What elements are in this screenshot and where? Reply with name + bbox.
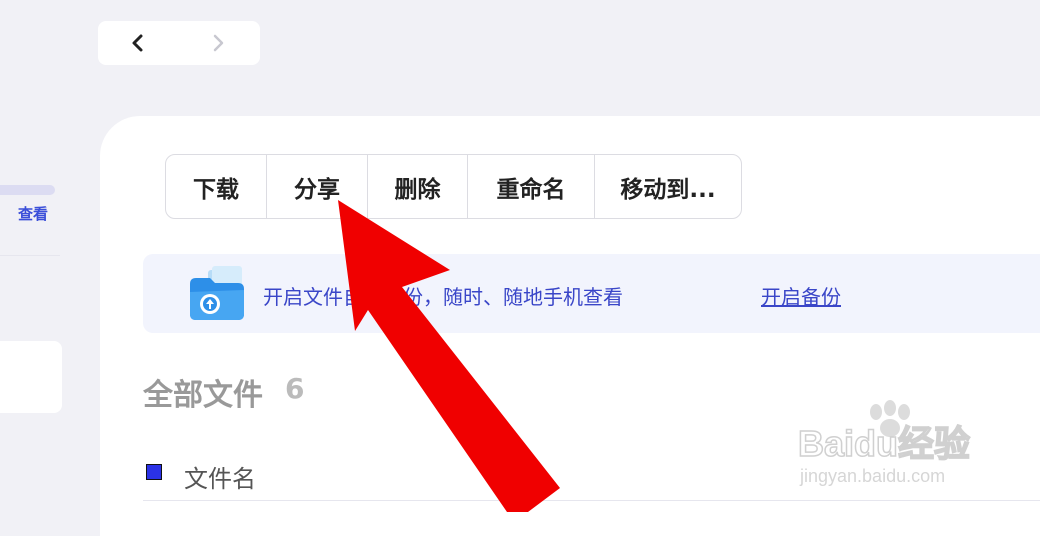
baidu-jingyan-watermark: Baidu经验 jingyan.baidu.com (797, 400, 971, 486)
move-to-button[interactable]: 移动到... (595, 155, 741, 218)
watermark-url: jingyan.baidu.com (799, 466, 945, 486)
header-divider (143, 500, 1040, 501)
storage-progress-bar (0, 185, 55, 195)
chevron-right-icon[interactable] (208, 33, 228, 53)
view-link[interactable]: 查看 (18, 203, 48, 224)
backup-banner-text: 开启文件自动备份，随时、随地手机查看 (263, 285, 623, 309)
file-action-toolbar: 下载 分享 删除 重命名 移动到... (165, 154, 742, 219)
watermark-brand: Baidu经验 (798, 423, 970, 464)
share-button[interactable]: 分享 (267, 155, 368, 218)
file-count: 6 (285, 372, 305, 405)
delete-button[interactable]: 删除 (368, 155, 468, 218)
history-nav (98, 21, 260, 65)
download-button[interactable]: 下载 (166, 155, 267, 218)
sidebar-divider (0, 255, 60, 256)
enable-backup-link[interactable]: 开启备份 (761, 281, 841, 310)
page-title: 全部文件 (143, 378, 263, 413)
sidebar-card[interactable] (0, 341, 62, 413)
chevron-left-icon[interactable] (128, 33, 148, 53)
rename-button[interactable]: 重命名 (468, 155, 595, 218)
backup-folder-icon (190, 266, 244, 320)
select-all-checkbox[interactable] (146, 464, 162, 480)
backup-banner: 开启文件自动备份，随时、随地手机查看 开启备份 (143, 254, 1040, 333)
column-header-filename[interactable]: 文件名 (184, 459, 256, 494)
